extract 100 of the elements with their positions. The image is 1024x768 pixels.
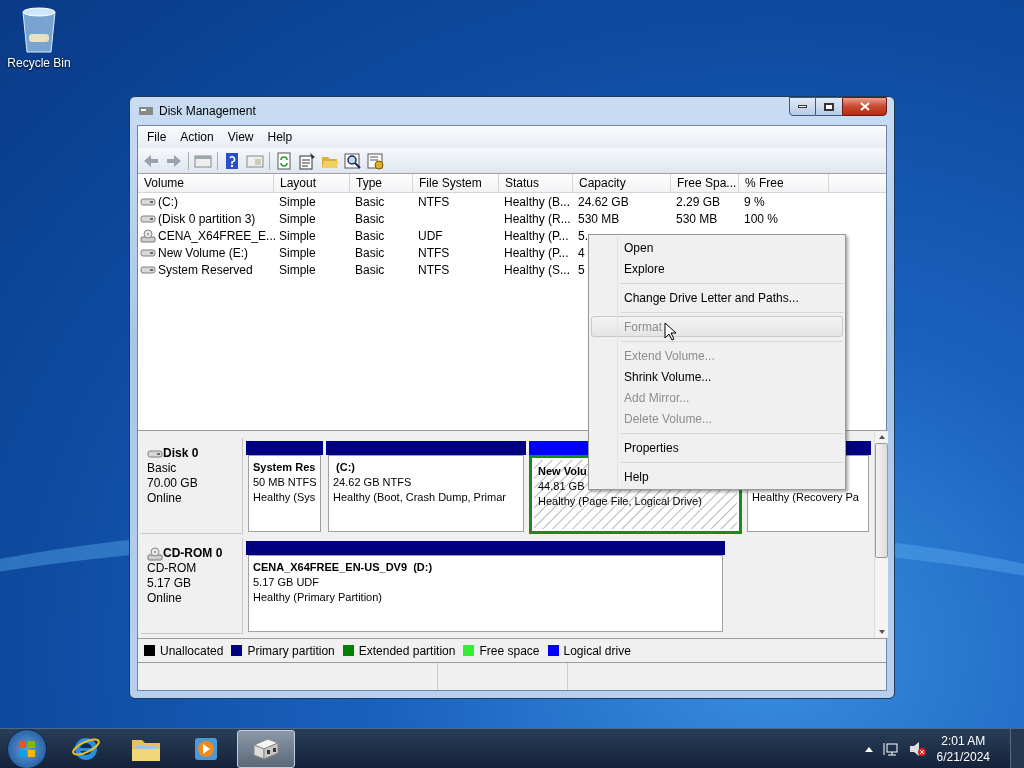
taskbar-button[interactable] bbox=[237, 729, 295, 768]
table-cell-text: Simple bbox=[278, 227, 316, 245]
drive-icon bbox=[140, 213, 156, 224]
muted-speaker-icon[interactable] bbox=[908, 740, 927, 757]
disk-detail: CD-ROM bbox=[147, 561, 198, 576]
table-cell-text: 24.62 GB bbox=[577, 193, 629, 211]
table-cell-text: Simple bbox=[278, 193, 316, 211]
table-cell-text: 530 MB bbox=[675, 210, 718, 228]
partition-size: 24.62 GB NTFS bbox=[333, 475, 412, 490]
disk-detail: 70.00 GB bbox=[147, 476, 199, 491]
table-cell-text: NTFS bbox=[417, 261, 450, 279]
scroll-thumb[interactable] bbox=[875, 443, 888, 558]
menu-item[interactable]: File bbox=[140, 128, 174, 146]
table-cell-text: Simple bbox=[278, 261, 316, 279]
table-cell-text: System Reserved bbox=[158, 261, 253, 279]
column-header[interactable]: % Free bbox=[739, 174, 829, 192]
partition-status: Healthy (Sys bbox=[253, 490, 316, 505]
table-cell-text: Basic bbox=[354, 261, 385, 279]
mouse-cursor-icon bbox=[664, 322, 676, 341]
table-cell-text: Simple bbox=[278, 210, 316, 228]
disk-detail: Basic bbox=[147, 461, 178, 476]
windows-logo-icon bbox=[18, 739, 36, 758]
table-cell-text: (Disk 0 partition 3) bbox=[158, 210, 256, 228]
menu-entry[interactable]: Open bbox=[591, 237, 843, 258]
start-button[interactable] bbox=[7, 728, 47, 768]
column-header[interactable]: Free Spa... bbox=[671, 174, 739, 192]
legend-label: Unallocated bbox=[160, 642, 224, 660]
magnifier-icon[interactable] bbox=[344, 151, 362, 170]
table-cell-text: 9 % bbox=[743, 193, 765, 211]
table-cell-text: Basic bbox=[354, 244, 385, 262]
partition-name: CENA_X64FREE_EN-US_DV9 (D:) bbox=[253, 560, 433, 575]
table-cell-text: NTFS bbox=[417, 193, 450, 211]
partition-name: System Res bbox=[253, 460, 316, 475]
menu-item[interactable]: Action bbox=[173, 128, 221, 146]
column-header[interactable]: Capacity bbox=[573, 174, 671, 192]
column-header[interactable]: Type bbox=[350, 174, 413, 192]
disk-name: Disk 0 bbox=[163, 446, 199, 461]
minimize-icon bbox=[798, 105, 807, 108]
show-hidden-icons-icon[interactable] bbox=[864, 745, 873, 752]
table-cell-text: Healthy (B... bbox=[503, 193, 571, 211]
cd-drive-icon bbox=[140, 228, 156, 243]
table-cell-text: 2.29 GB bbox=[675, 193, 721, 211]
menu-entry[interactable]: Change Drive Letter and Paths... bbox=[591, 287, 843, 308]
clock-time[interactable]: 2:01 AM bbox=[941, 732, 986, 749]
maximize-button[interactable] bbox=[816, 97, 842, 116]
disk-detail: Online bbox=[147, 591, 183, 606]
window-title: Disk Management bbox=[159, 103, 256, 120]
desktop-icon-label[interactable]: Recycle Bin bbox=[7, 54, 71, 72]
legend-label: Extended partition bbox=[358, 642, 456, 660]
refresh-icon[interactable] bbox=[275, 151, 293, 170]
column-header[interactable]: Volume bbox=[138, 174, 274, 192]
properties-icon[interactable] bbox=[298, 151, 316, 170]
table-cell-text: 530 MB bbox=[577, 210, 620, 228]
settings-icon[interactable] bbox=[367, 151, 385, 170]
disk-detail: Online bbox=[147, 491, 183, 506]
partition-block[interactable]: CENA_X64FREE_EN-US_DV9 (D:) 5.17 GB UDF Healthy (Primary Partition) bbox=[248, 555, 723, 632]
partition-status: Healthy (Recovery Pa bbox=[752, 490, 859, 505]
column-header[interactable]: Status bbox=[499, 174, 573, 192]
minimize-button[interactable] bbox=[789, 97, 816, 116]
recycle-bin-icon[interactable] bbox=[19, 6, 59, 54]
partition-block[interactable]: System Res 50 MB NTFS Healthy (Sys bbox=[248, 455, 321, 532]
app-icon bbox=[138, 104, 154, 118]
network-icon[interactable] bbox=[882, 741, 899, 756]
clock-date[interactable]: 6/21/2024 bbox=[936, 748, 990, 765]
disk-detail: 5.17 GB bbox=[147, 576, 193, 591]
table-cell-text: Basic bbox=[354, 227, 385, 245]
help-icon[interactable] bbox=[223, 151, 241, 170]
scrollbar[interactable] bbox=[874, 431, 888, 638]
table-cell-text: Basic bbox=[354, 193, 385, 211]
cd-drive-icon bbox=[147, 546, 163, 561]
partition-size: 44.81 GB bbox=[538, 479, 585, 494]
column-header[interactable]: Layout bbox=[274, 174, 350, 192]
drive-icon bbox=[147, 448, 163, 459]
table-cell-text: Healthy (P... bbox=[503, 227, 569, 245]
legend-label: Primary partition bbox=[247, 642, 335, 660]
drive-icon bbox=[140, 264, 156, 275]
column-header[interactable]: File System bbox=[413, 174, 499, 192]
table-cell-text: 5 bbox=[577, 261, 585, 279]
table-cell-text: Healthy (P... bbox=[503, 244, 569, 262]
partition-status: Healthy (Primary Partition) bbox=[253, 590, 382, 605]
partition-status: Healthy (Page File, Logical Drive) bbox=[538, 494, 702, 509]
menu-entry[interactable]: Shrink Volume... bbox=[591, 366, 843, 387]
table-cell-text: 4 bbox=[577, 244, 585, 262]
partition-status: Healthy (Boot, Crash Dump, Primar bbox=[333, 490, 506, 505]
menu-item[interactable]: View bbox=[220, 128, 261, 146]
table-cell-text: Simple bbox=[278, 244, 316, 262]
partition-name: (C:) bbox=[335, 460, 355, 475]
partition-size: 5.17 GB UDF bbox=[253, 575, 320, 590]
table-cell-text: (C:) bbox=[158, 193, 178, 211]
table-cell-text: CENA_X64FREE_E... bbox=[158, 227, 277, 245]
close-button[interactable] bbox=[842, 97, 887, 116]
menu-entry[interactable]: Properties bbox=[591, 437, 843, 458]
menu-entry[interactable]: Explore bbox=[591, 258, 843, 279]
drive-icon bbox=[140, 247, 156, 258]
partition-block[interactable]: (C:) 24.62 GB NTFS Healthy (Boot, Crash Dump, Primar bbox=[328, 455, 524, 532]
table-cell-text: Healthy (S... bbox=[503, 261, 571, 279]
disk-name: CD-ROM 0 bbox=[163, 546, 223, 561]
legend-label: Free space bbox=[479, 642, 540, 660]
menu-item[interactable]: Help bbox=[260, 128, 300, 146]
table-cell-text: Healthy (R... bbox=[503, 210, 571, 228]
